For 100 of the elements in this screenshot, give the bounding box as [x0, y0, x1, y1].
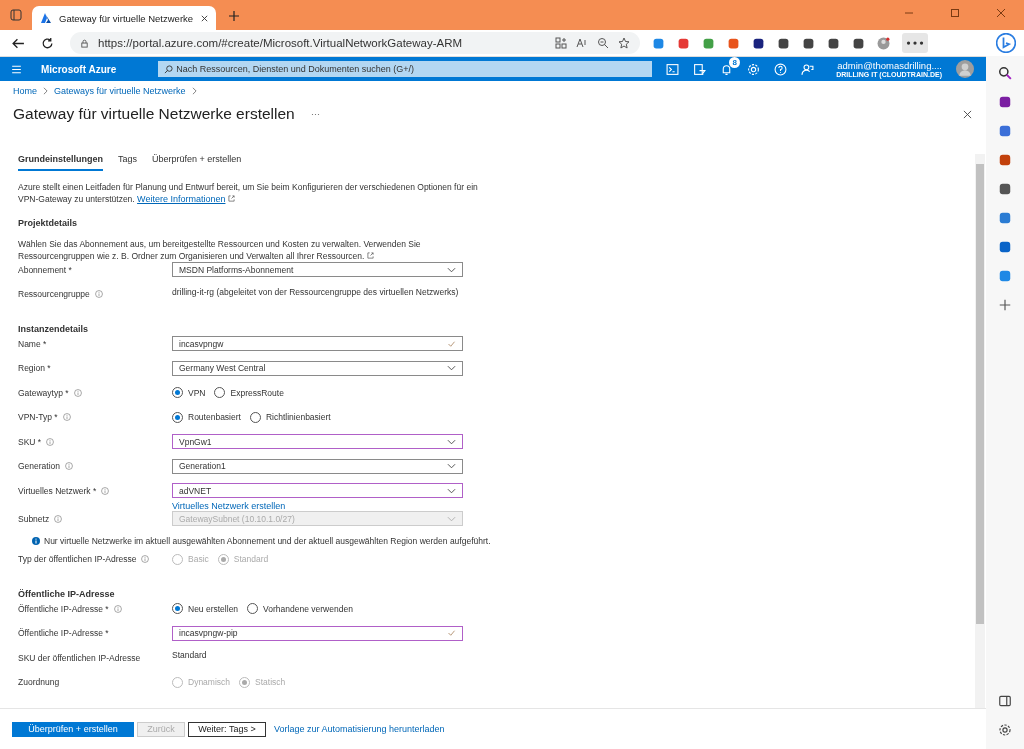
refresh-icon[interactable] — [41, 36, 54, 50]
field-label: Region * — [18, 363, 51, 373]
field-label: SKU der öffentlichen IP-Adresse — [18, 652, 141, 663]
dropdown[interactable]: adVNET — [172, 483, 463, 498]
field-label: Virtuelles Netzwerk * — [18, 485, 97, 496]
field-label: Generation — [18, 461, 61, 471]
field-label: Name * — [18, 338, 47, 349]
field-label: SKU * — [18, 436, 42, 447]
footer-button[interactable]: Überprüfen + erstellen — [12, 721, 134, 737]
field-label: Gatewaytyp * — [18, 387, 69, 398]
read-aloud-icon[interactable] — [576, 37, 588, 49]
tab-actions-icon[interactable] — [10, 9, 22, 21]
account-name[interactable]: admin@thomasdrilling.... — [837, 60, 942, 71]
create-link[interactable]: Virtuelles Netzwerk erstellen — [172, 501, 463, 511]
footer-button[interactable]: Weiter: Tags > — [188, 721, 266, 737]
dropdown[interactable]: VpnGw1 — [172, 434, 463, 449]
avatar-icon[interactable] — [955, 60, 974, 78]
dropdown[interactable]: MSDN Platforms-Abonnement — [172, 262, 463, 277]
chevron-down-icon — [447, 438, 456, 445]
section-heading: Öffentliche IP-Adresse — [18, 589, 116, 599]
lock-icon — [80, 38, 89, 48]
sidebar-app-icon[interactable] — [998, 182, 1012, 196]
close-icon[interactable] — [963, 109, 972, 119]
field-label: Öffentliche IP-Adresse * — [18, 628, 109, 638]
field-label: Abonnement * — [18, 264, 72, 275]
field-value: drilling-it-rg (abgeleitet von der Ressourcengruppe des virtuellen Netzwerks) — [172, 286, 460, 297]
intro-text: Azure stellt einen Leitfaden für Planung und Entwurf bereit, um Sie beim Konfigurieren der verschiedenen Optionen für ein VPN-Gateway zu unterstützen. Weitere Informationen — [18, 181, 479, 205]
more-icon[interactable] — [902, 33, 928, 53]
extension-icon[interactable] — [727, 36, 740, 50]
chevron-down-icon — [447, 266, 456, 273]
field-label: Typ der öffentlichen IP-Adresse — [18, 554, 137, 564]
dropdown[interactable]: Germany West Central — [172, 360, 463, 376]
radio-label[interactable]: Neu erstellen — [188, 603, 239, 614]
text-field[interactable]: incasvpngw-pip — [172, 625, 463, 641]
radio-label[interactable]: ExpressRoute — [230, 387, 284, 398]
info-note: Nur virtuelle Netzwerke im aktuell ausgewählten Abonnement und der aktuell ausgewählten Region werden aufgeführt. — [44, 535, 491, 546]
profile-icon[interactable] — [877, 36, 890, 50]
sidebar-app-icon[interactable] — [998, 269, 1012, 283]
text-field[interactable]: incasvpngw — [172, 336, 463, 351]
chevron-icon — [191, 87, 197, 95]
back-icon[interactable] — [12, 36, 25, 50]
sidebar-app-icon[interactable] — [998, 211, 1012, 225]
address-bar[interactable]: https://portal.azure.com/#create/Microsoft.VirtualNetworkGateway-ARM — [70, 32, 640, 54]
filter-icon[interactable] — [693, 62, 707, 76]
extension-icon[interactable] — [677, 36, 690, 50]
zoom-out-icon[interactable] — [597, 37, 609, 49]
bing-chat-icon[interactable] — [996, 33, 1016, 53]
chevron-down-icon — [447, 365, 456, 371]
page-title: Gateway für virtuelle Netzwerke erstellen — [13, 105, 295, 123]
section-heading: Instanzendetails — [18, 324, 90, 334]
field-label: Subnetz — [18, 513, 50, 524]
extension-icon[interactable] — [652, 36, 665, 50]
radio-label[interactable]: Routenbasiert — [188, 412, 241, 422]
scrollbar[interactable] — [975, 154, 985, 708]
chevron-down-icon — [447, 515, 456, 522]
star-icon[interactable] — [618, 37, 630, 49]
radio-label[interactable]: VPN — [188, 387, 206, 398]
section-heading: Projektdetails — [18, 218, 79, 228]
chevron-down-icon — [447, 463, 456, 469]
tab-title: Gateway für virtuelle Netzwerke — [59, 12, 194, 24]
sidebar-app-icon[interactable] — [998, 95, 1012, 109]
field-value: Standard — [172, 650, 208, 660]
sidebar-app-icon[interactable] — [998, 124, 1012, 138]
settings-icon[interactable] — [998, 723, 1012, 737]
external-link-icon — [227, 195, 235, 202]
extension-icon[interactable] — [702, 36, 715, 50]
sidebar-app-icon[interactable] — [998, 240, 1012, 254]
add-icon[interactable] — [998, 298, 1012, 312]
field-label: Öffentliche IP-Adresse * — [18, 603, 109, 614]
notification-badge: 8 — [729, 56, 741, 68]
radio-label[interactable]: Richtlinienbasiert — [265, 412, 331, 422]
terminal-icon[interactable] — [666, 62, 680, 76]
brand-name[interactable]: Microsoft Azure — [41, 63, 117, 75]
dropdown[interactable]: Generation1 — [172, 458, 463, 474]
feedback-icon[interactable] — [801, 62, 815, 76]
search-icon[interactable] — [998, 66, 1012, 80]
browser-tab[interactable]: Gateway für virtuelle Netzwerke — [32, 6, 216, 30]
sidebar-app-icon[interactable] — [998, 153, 1012, 167]
maximize-icon[interactable] — [950, 8, 960, 18]
more-info-link[interactable]: Weitere Informationen — [137, 194, 226, 204]
tab[interactable]: Tags — [118, 154, 138, 171]
breadcrumb-link[interactable]: Home — [13, 86, 37, 96]
tab[interactable]: Überprüfen + erstellen — [152, 154, 242, 171]
chevron-icon — [43, 87, 48, 95]
download-template-link[interactable]: Vorlage zur Automatisierung herunterladen — [274, 724, 445, 734]
close-icon[interactable] — [200, 13, 210, 23]
tab[interactable]: Grundeinstellungen — [18, 154, 103, 171]
field-label: Ressourcengruppe — [18, 289, 90, 299]
search-field[interactable]: Nach Ressourcen, Diensten und Dokumenten suchen (G+/) — [158, 61, 653, 77]
radio-label[interactable]: Vorhandene verwenden — [263, 603, 353, 614]
breadcrumb-link[interactable]: Gateways für virtuelle Netzwerke — [54, 86, 186, 96]
azure-logo-icon — [40, 12, 52, 24]
section-description: Wählen Sie das Abonnement aus, um bereitgestellte Ressourcen und Kosten zu verwalten. Verwenden Sie Ressourcengruppen wie z. B. Ordner zum Organisieren und Verwalten all Ihrer Ressourcen. — [18, 238, 422, 262]
chevron-down-icon — [447, 487, 456, 494]
apps-icon[interactable] — [555, 37, 567, 49]
info-filled-icon — [32, 536, 40, 545]
help-icon[interactable] — [774, 62, 788, 76]
field-label: VPN-Typ * — [18, 412, 58, 422]
sidebar-toggle-icon[interactable] — [998, 694, 1012, 708]
new-tab-icon[interactable] — [228, 10, 240, 22]
